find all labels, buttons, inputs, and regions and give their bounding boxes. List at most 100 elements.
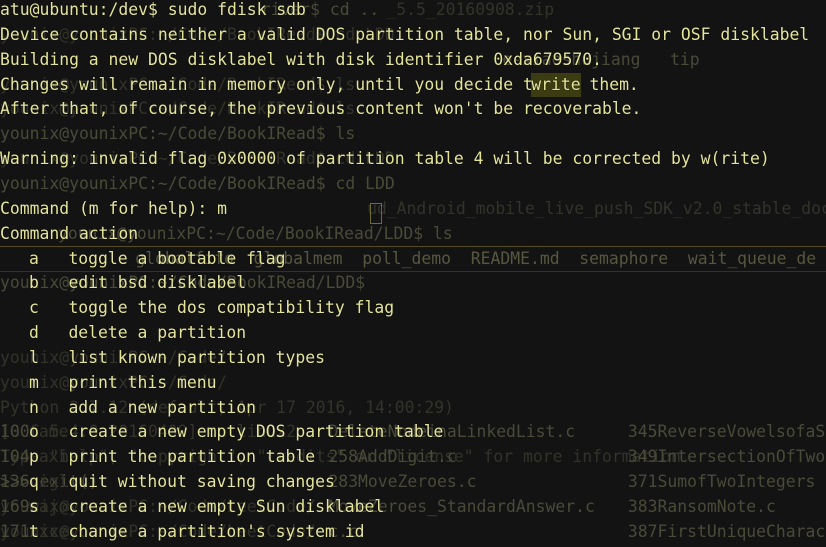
- terminal-text-run: e-xiaoshujiang tip: [502, 49, 700, 69]
- terminal-text-run: globalfifo globalmem poll_demo README.md…: [135, 248, 817, 268]
- fdisk-output-layer: atu@ubuntu:/dev$ sudo fdisk sdb Device co…: [0, 0, 826, 547]
- terminal-text-run: Command (m for help): m: [0, 198, 227, 218]
- terminal-row: p print the partition table: [0, 445, 826, 470]
- terminal-row: e-xiaoshujiang tip: [0, 48, 826, 73]
- terminal-text-run: 136: [0, 472, 30, 492]
- terminal-row: younix@younixPC:~/Code/BookIRead$ cd LDD: [0, 172, 826, 197]
- terminal-text-run: Type "help", "copyright", "credits" or "…: [0, 447, 691, 467]
- terminal-row: c toggle the dos compatibility flag: [0, 296, 826, 321]
- terminal-text-run: n add a new partition: [28, 397, 256, 417]
- terminal-row: younix@younixPC:~/Code/BookIRead$ ls: [0, 122, 826, 147]
- ghost-text-layer: river$ cd .. _5.5_20160908.zip younix@youn…: [0, 0, 826, 547]
- terminal-text-run: l list known partition types: [28, 347, 326, 367]
- terminal-text-run: Device contains neither a valid DOS part…: [0, 24, 810, 44]
- terminal-row: q quit without saving changes: [0, 470, 826, 495]
- terminal-text-run: _5.5_20160908.zip: [386, 0, 555, 19]
- terminal-text-run: 171: [0, 521, 30, 541]
- terminal-row: Warning: invalid flag 0x0000 of partitio…: [0, 147, 826, 172]
- terminal-row: Device contains neither a valid DOS part…: [0, 23, 826, 48]
- terminal-row: younix@younixPC:~/Code/BookIRead/LDD$ ls: [0, 222, 826, 247]
- terminal-row: Command (m for help): m: [0, 197, 826, 222]
- terminal-row: younix@younixPC:~/Code/BookIRead$ ls: [0, 97, 826, 122]
- terminal-text-run: >>> exit(): [0, 472, 99, 492]
- terminal-text-run: 283MoveZeroes.c: [328, 472, 477, 492]
- terminal-text-run: uaxi: [28, 447, 69, 467]
- terminal-text-run: 104: [0, 447, 30, 467]
- terminal-row: After that, of course, the previous cont…: [0, 97, 826, 122]
- terminal-text-run: d delete a partition: [28, 323, 247, 343]
- terminal-row: Changes will remain in memory only, unti…: [0, 73, 826, 98]
- terminal-text-run: write: [531, 72, 581, 98]
- scanline-artifact-2: [0, 271, 826, 272]
- terminal-text-run: 371SumofTwoIntegers: [627, 472, 816, 492]
- terminal-row: younix@younixPC:~/Code/: [0, 371, 826, 396]
- terminal-text-run: younix@younixPC:~/Code/LeetCode/: [0, 521, 316, 541]
- terminal-row: ud_Android_mobile_live_push_SDK_v2.0_sta…: [0, 197, 826, 222]
- terminal-text-run: younix@younixPC:~/Code/LeetCode/: [0, 497, 316, 516]
- terminal-row: younix@younixPC:~/Code/LeetCode/169 wajo M…: [0, 495, 826, 520]
- terminal-text-run: b edit bsd disklabel: [28, 273, 247, 293]
- terminal-text-run: younix@younixPC:~/Code/BookIRead$ cd LDD: [0, 24, 395, 44]
- terminal-text-run: Command action: [0, 223, 139, 243]
- terminal-row: a toggle a bootable flag: [0, 247, 826, 272]
- terminal-text-run: c.c: [328, 521, 359, 541]
- terminal-row: t change a partition's system id: [0, 520, 826, 545]
- terminal-row: Python 2.7.12 (default, Apr 17 2016, 14:…: [0, 396, 826, 421]
- terminal-text-run: 169: [0, 497, 30, 516]
- terminal-text-run: [GCC 5.4.0 20160409] on linux2: [0, 422, 297, 442]
- terminal-text-run: Changes will remain in memory only, unti…: [0, 74, 553, 94]
- terminal-text-run: younix@younixPC:~/Code/: [0, 372, 227, 392]
- ghost-block-cursor: [370, 203, 382, 224]
- terminal-row: s create a new empty Sun disklabel: [0, 495, 826, 520]
- terminal-text-run: 100: [0, 422, 30, 442]
- terminal-row: younix@younixPC:~/Code/BookIRead/LDD$: [0, 271, 826, 296]
- terminal-text-run: younix@younixPC:~/Code/BookIRead$ ls: [0, 99, 356, 119]
- terminal-text-run: s create a new empty Sun disklabel: [28, 497, 385, 516]
- terminal-text-run: 383RansomNote.c: [627, 497, 776, 516]
- terminal-text-run: Python 2.7.12 (default, Apr 17 2016, 14:…: [0, 397, 454, 417]
- terminal-row: o create a new empty DOS partition table: [0, 420, 826, 445]
- terminal-row: n add a new partition: [0, 396, 826, 421]
- terminal-text-run: q quit without saving changes: [28, 472, 335, 492]
- terminal-text-run: c toggle the dos compatibility flag: [28, 298, 395, 318]
- terminal-text-run: tame: [28, 422, 69, 442]
- terminal-text-run: vigl: [28, 472, 69, 492]
- terminal-text-run: DeleteNodeinaLinkedList.c: [328, 422, 576, 442]
- terminal-text-run: younix@younixPC:~/Code/BookIRead$ ls: [0, 124, 356, 144]
- terminal-text-run: younix@younixPC:~/Code/BookIRead/LDD$ ls: [57, 223, 453, 243]
- terminal-text-run: p print the partition table: [28, 447, 316, 467]
- terminal-text-run: t change a partition's system id: [28, 521, 365, 541]
- terminal-text-run: atu@ubuntu:/dev$ sudo fdisk sdb: [0, 0, 306, 19]
- terminal-text-run: younix@younixPC:~/Code/BookIRead$ cd LDD: [0, 173, 395, 193]
- terminal-row: younix@younixPC:~/Code/LeetCode/171 xxce c…: [0, 520, 826, 545]
- terminal-window[interactable]: river$ cd .. _5.5_20160908.zip younix@youn…: [0, 0, 826, 547]
- terminal-text-run: younix@younixPC:~/Code/BookIRead$ ls: [0, 74, 356, 94]
- terminal-text-run: After that, of course, the previous cont…: [0, 99, 642, 119]
- scanline-artifact-1: [0, 246, 826, 247]
- terminal-row: d delete a partition: [0, 321, 826, 346]
- terminal-row: b edit bsd disklabel: [0, 271, 826, 296]
- terminal-text-run: Warning: invalid flag 0x0000 of partitio…: [0, 149, 770, 169]
- terminal-row: river$ cd .. _5.5_20160908.zip: [0, 0, 826, 23]
- terminal-row: m print this menu: [0, 371, 826, 396]
- terminal-text-run: 387FirstUniqueCharac: [627, 521, 826, 541]
- terminal-text-run: younix@younixPC:~/Code/: [0, 347, 227, 367]
- terminal-text-run: Building a new DOS disklabel with disk i…: [0, 49, 602, 69]
- terminal-row: [GCC 5.4.0 20160409] on linux2 100 tame Del…: [0, 420, 826, 445]
- terminal-text-run: wajo: [28, 497, 69, 516]
- terminal-text-run: 349IntersectionOfTwo: [627, 447, 826, 467]
- terminal-row: atu@ubuntu:/dev$ sudo fdisk sdb: [0, 0, 826, 23]
- terminal-text-run: 345ReverseVowelsofaS: [627, 422, 826, 442]
- terminal-text-run: them.: [579, 74, 639, 94]
- terminal-text-run: river$ cd ..: [260, 0, 380, 19]
- terminal-row: Command action: [0, 222, 826, 247]
- terminal-text-run: 258AddDigit.c: [328, 447, 457, 467]
- terminal-text-run: MoveZeroes_StandardAnswer.c: [328, 497, 595, 516]
- terminal-text-run: xxce: [28, 521, 69, 541]
- terminal-row: younix@younixPC:~/Code/BookIRead$ cd LDD: [0, 23, 826, 48]
- terminal-text-run: younix@younixPC:~/Code/BookIRead$ cd LDD: [0, 149, 395, 169]
- terminal-row: l list known partition types: [0, 346, 826, 371]
- terminal-text-run: younix@younixPC:~/Code/BookIRead/LDD$: [0, 273, 375, 293]
- terminal-row: Building a new DOS disklabel with disk i…: [0, 48, 826, 73]
- terminal-row: Type "help", "copyright", "credits" or "…: [0, 445, 826, 470]
